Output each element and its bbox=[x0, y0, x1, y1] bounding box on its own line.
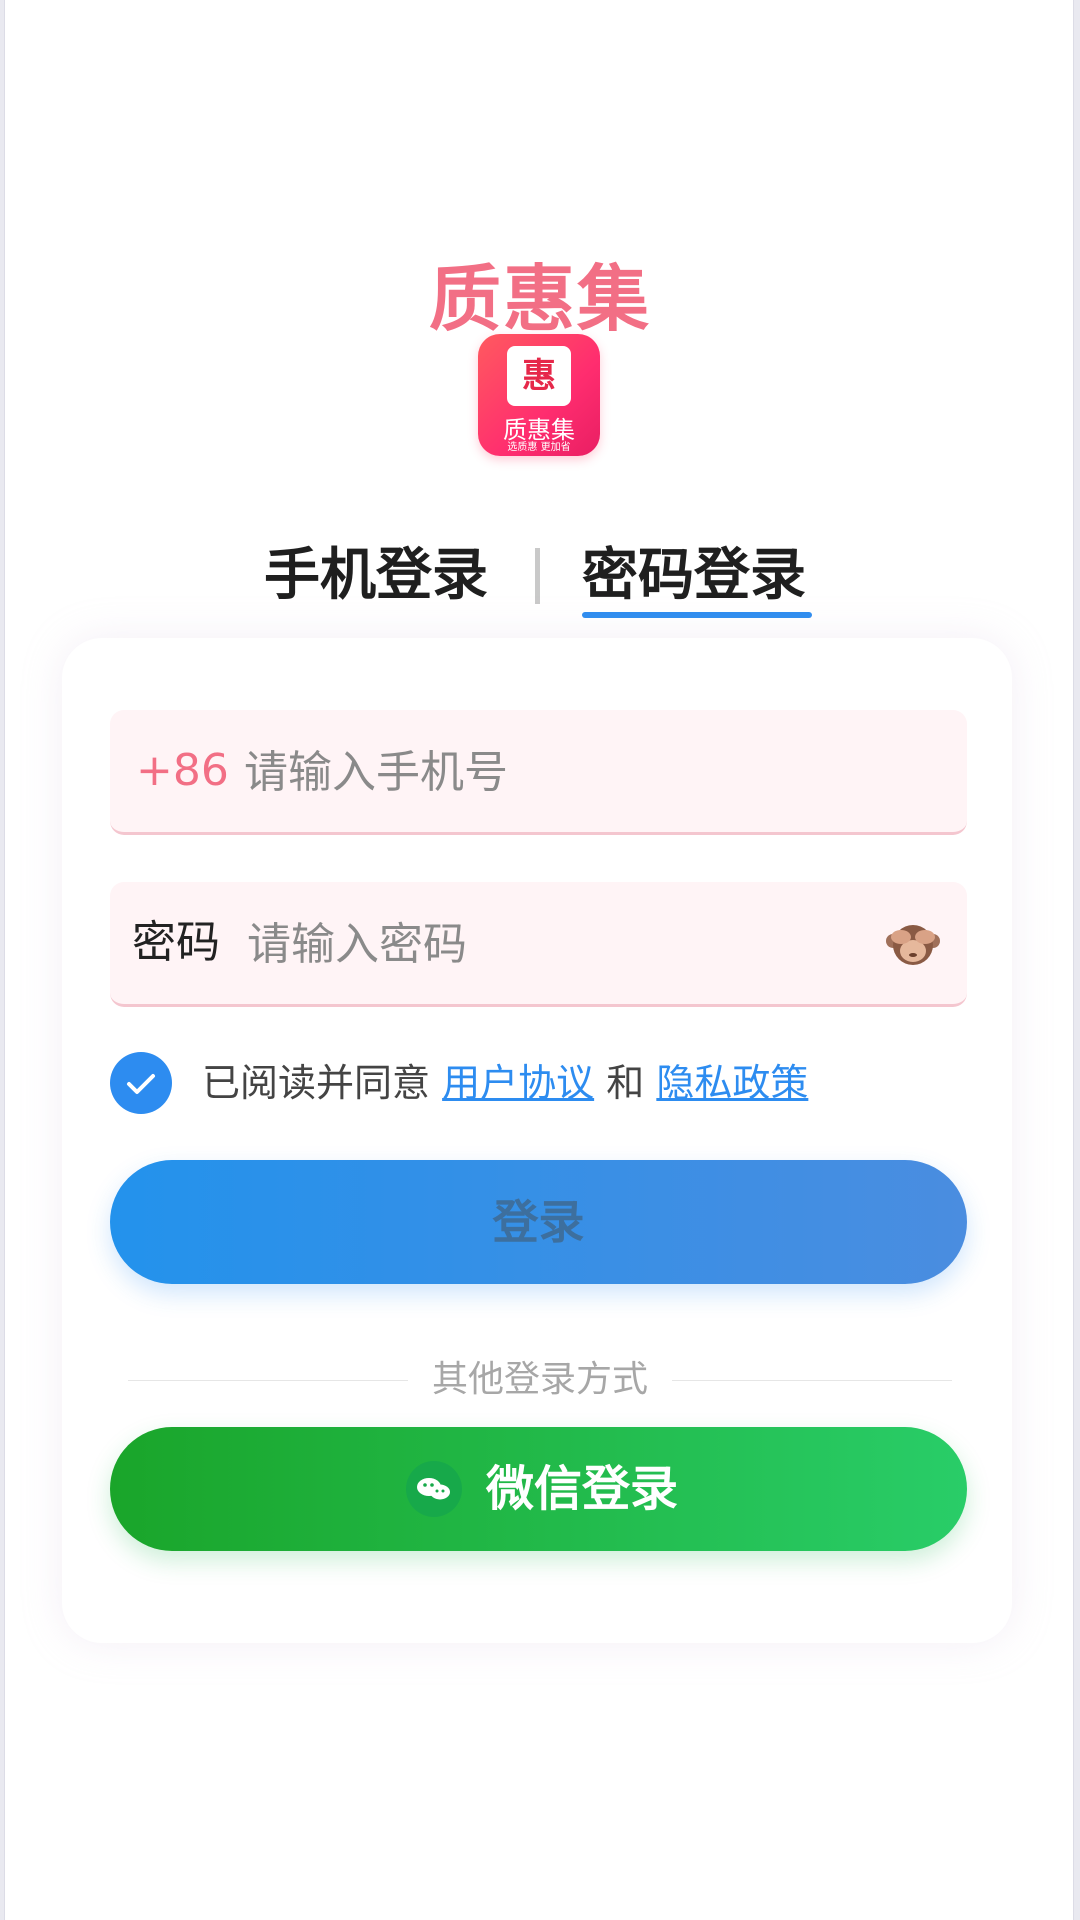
logo-mark: 惠 bbox=[507, 346, 571, 406]
wechat-login-button[interactable]: 微信登录 bbox=[110, 1427, 967, 1551]
checkmark-icon bbox=[127, 1074, 155, 1094]
other-login-divider: 其他登录方式 bbox=[128, 1352, 952, 1408]
see-no-evil-monkey-icon[interactable] bbox=[885, 917, 941, 969]
divider-line-right bbox=[672, 1380, 952, 1381]
login-button[interactable]: 登录 bbox=[110, 1160, 967, 1284]
agree-checkbox[interactable] bbox=[110, 1052, 172, 1114]
user-agreement-link[interactable]: 用户协议 bbox=[442, 1061, 594, 1105]
country-code[interactable]: +86 bbox=[136, 710, 229, 832]
logo-subcaption: 选质惠 更加省 bbox=[507, 442, 571, 453]
wechat-icon bbox=[404, 1459, 464, 1519]
password-input[interactable] bbox=[245, 900, 889, 988]
agreement-text: 已阅读并同意 用户协议 和 隐私政策 bbox=[202, 1050, 808, 1116]
tab-phone-login[interactable]: 手机登录 bbox=[264, 530, 488, 611]
agreement-prefix: 已阅读并同意 bbox=[202, 1061, 431, 1105]
tab-password-login[interactable]: 密码登录 bbox=[582, 530, 806, 611]
wechat-login-label: 微信登录 bbox=[486, 1461, 679, 1517]
password-field: 密码 bbox=[110, 882, 967, 1007]
agreement-row: 已阅读并同意 用户协议 和 隐私政策 bbox=[110, 1050, 970, 1116]
password-label: 密码 bbox=[132, 917, 220, 968]
app-logo-icon: 惠 质惠集 选质惠 更加省 bbox=[478, 334, 600, 456]
agreement-and: 和 bbox=[606, 1061, 645, 1105]
active-tab-indicator bbox=[582, 612, 812, 618]
tab-divider bbox=[535, 548, 540, 604]
privacy-policy-link[interactable]: 隐私政策 bbox=[656, 1061, 808, 1105]
brand-title: 质惠集 bbox=[428, 257, 651, 341]
phone-input[interactable] bbox=[242, 728, 936, 816]
login-tabs: 手机登录 密码登录 bbox=[0, 530, 1080, 620]
phone-field: +86 bbox=[110, 710, 967, 835]
